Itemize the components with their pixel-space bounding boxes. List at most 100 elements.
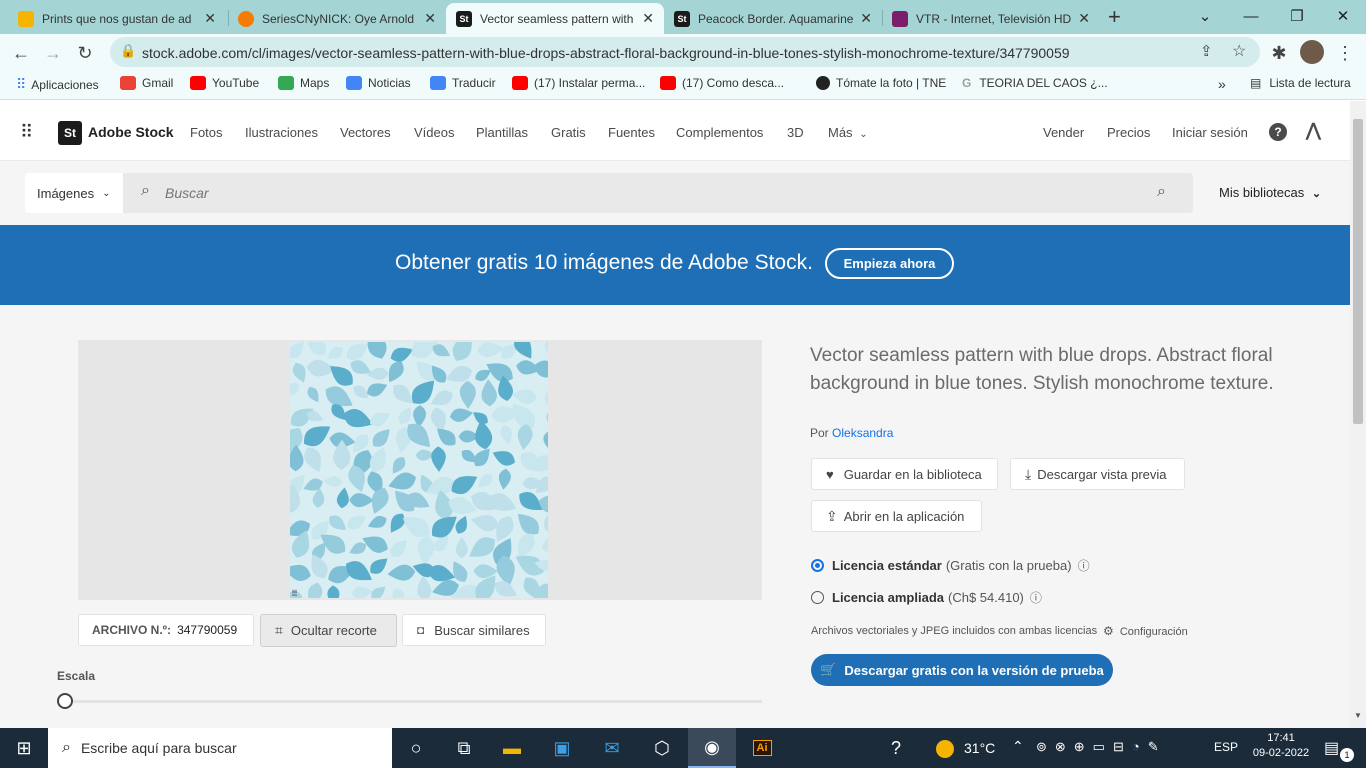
menu-kebab-icon[interactable]: ⋮ [1332, 40, 1358, 66]
site-logo-text[interactable]: Adobe Stock [88, 124, 174, 140]
info-icon[interactable]: ⓘ [1030, 589, 1042, 606]
nav-fotos[interactable]: Fotos [190, 125, 223, 140]
mail-icon[interactable]: ✉ [588, 728, 636, 768]
url-text[interactable]: stock.adobe.com/cl/images/vector-seamles… [142, 45, 1070, 61]
open-in-app-button[interactable]: ⇪ Abrir en la aplicación [811, 500, 982, 532]
bookmarks-overflow-button[interactable]: » [1218, 76, 1226, 92]
scale-slider-handle[interactable] [57, 693, 73, 709]
minimize-button[interactable]: — [1228, 0, 1274, 32]
find-similar-button[interactable]: ◘ Buscar similares [402, 614, 546, 646]
radio-selected-icon[interactable] [811, 559, 824, 572]
gmail-icon [120, 76, 136, 90]
download-trial-button[interactable]: 🛒 Descargar gratis con la versión de pru… [811, 654, 1113, 686]
license-standard-option[interactable]: Licencia estándar (Gratis con la prueba)… [811, 557, 1090, 574]
new-tab-button[interactable]: + [1108, 4, 1121, 30]
file-explorer-icon[interactable]: ▬ [488, 728, 536, 768]
close-icon[interactable]: ✕ [860, 10, 872, 27]
app-icon[interactable]: ⬡ [638, 728, 686, 768]
bookmark-youtube-1[interactable]: (17) Instalar perma... [512, 76, 645, 90]
weather-sun-icon[interactable] [936, 740, 954, 758]
forward-arrow-icon[interactable]: → [40, 40, 66, 66]
adobe-logo-icon[interactable]: ⋀ [1306, 120, 1321, 141]
visual-search-icon[interactable]: ⌕ [1157, 183, 1166, 201]
tab-search-chevron-icon[interactable]: ⌄ [1182, 0, 1228, 32]
adobe-stock-logo-icon[interactable]: St [58, 121, 82, 145]
search-scope-dropdown[interactable]: Imágenes ⌄ [25, 173, 123, 213]
close-icon[interactable]: ✕ [424, 10, 436, 27]
nav-complementos[interactable]: Complementos [676, 125, 763, 140]
scale-slider-track[interactable] [66, 700, 762, 703]
extensions-icon[interactable]: ✱ [1266, 40, 1292, 66]
bookmark-youtube-2[interactable]: (17) Como desca... [660, 76, 784, 90]
language-indicator[interactable]: ESP [1214, 740, 1238, 754]
close-icon[interactable]: ✕ [1078, 10, 1090, 27]
start-now-button[interactable]: Empieza ahora [825, 248, 954, 279]
reading-list-button[interactable]: ▤ Lista de lectura [1250, 76, 1351, 90]
help-icon[interactable]: ? [1269, 123, 1287, 141]
nav-mas[interactable]: Más ⌄ [828, 125, 868, 140]
bookmark-gmail[interactable]: Gmail [120, 76, 173, 90]
tray-overflow-icon[interactable]: ⌃ [1012, 738, 1024, 755]
search-input[interactable] [165, 178, 1125, 208]
pattern-preview-image[interactable]: ||||| [290, 342, 548, 598]
chrome-icon[interactable]: ◉ [688, 728, 736, 768]
my-libraries-dropdown[interactable]: Mis bibliotecas ⌄ [1219, 185, 1321, 200]
nav-videos[interactable]: Vídeos [414, 125, 454, 140]
radio-unselected-icon[interactable] [811, 591, 824, 604]
bookmark-aplicaciones[interactable]: ⠿ Aplicaciones [16, 76, 99, 93]
hide-crop-button[interactable]: ⌗ Ocultar recorte [260, 614, 397, 647]
nav-gratis[interactable]: Gratis [551, 125, 586, 140]
reload-icon[interactable]: ↻ [72, 40, 98, 66]
bookmark-tne[interactable]: Tómate la foto | TNE [816, 76, 946, 90]
nav-3d[interactable]: 3D [787, 125, 804, 140]
store-icon[interactable]: ▣ [538, 728, 586, 768]
nav-iniciar-sesion[interactable]: Iniciar sesión [1172, 125, 1248, 140]
bookmark-star-icon[interactable]: ☆ [1232, 41, 1246, 61]
author-link[interactable]: Oleksandra [832, 426, 893, 440]
nav-fuentes[interactable]: Fuentes [608, 125, 655, 140]
browser-tab-active[interactable]: St Vector seamless pattern with ✕ [446, 3, 664, 34]
illustrator-icon[interactable]: Ai [738, 728, 786, 768]
nav-vender[interactable]: Vender [1043, 125, 1084, 140]
close-window-button[interactable]: ✕ [1320, 0, 1366, 32]
share-icon[interactable]: ⇪ [1200, 42, 1213, 60]
license-extended-option[interactable]: Licencia ampliada (Ch$ 54.410) ⓘ [811, 589, 1042, 606]
bookmark-maps[interactable]: Maps [278, 76, 329, 90]
address-bar[interactable]: 🔒 stock.adobe.com/cl/images/vector-seaml… [110, 37, 1260, 67]
bookmark-noticias[interactable]: Noticias [346, 76, 411, 90]
info-icon[interactable]: ⓘ [1078, 557, 1090, 574]
nav-precios[interactable]: Precios [1107, 125, 1150, 140]
nav-plantillas[interactable]: Plantillas [476, 125, 528, 140]
browser-tab[interactable]: VTR - Internet, Televisión HD ✕ [882, 3, 1100, 34]
browser-tab[interactable]: St Peacock Border. Aquamarine ✕ [664, 3, 882, 34]
bookmark-traducir[interactable]: Traducir [430, 76, 496, 90]
tray-icons[interactable]: ⊚⊗⊕▭⊟◔✎ [1036, 739, 1167, 755]
weather-temp[interactable]: 31°C [964, 740, 995, 756]
bookmark-teoria[interactable]: G TEORIA DEL CAOS ¿... [962, 76, 1108, 90]
task-view-icon[interactable]: ⧉ [440, 728, 488, 768]
restore-button[interactable]: ❐ [1274, 0, 1320, 32]
help-tray-icon[interactable]: ? [872, 728, 920, 768]
nav-ilustraciones[interactable]: Ilustraciones [245, 125, 318, 140]
close-icon[interactable]: ✕ [642, 10, 654, 27]
page-scrollbar[interactable]: ▼ [1350, 101, 1366, 728]
clock[interactable]: 17:41 09-02-2022 [1251, 732, 1311, 759]
notifications-icon[interactable]: ▤ [1324, 738, 1339, 758]
browser-tab[interactable]: Prints que nos gustan de ad ✕ [8, 3, 226, 34]
taskbar-search[interactable]: ⌕ Escribe aquí para buscar [48, 728, 392, 768]
cortana-icon[interactable]: ○ [392, 728, 440, 768]
windows-start-icon[interactable]: ⊞ [0, 728, 48, 768]
settings-link[interactable]: ⚙ Configuración [1103, 624, 1188, 638]
scroll-down-arrow-icon[interactable]: ▼ [1354, 711, 1362, 720]
scrollbar-thumb[interactable] [1353, 119, 1363, 424]
close-icon[interactable]: ✕ [204, 10, 216, 27]
nav-vectores[interactable]: Vectores [340, 125, 391, 140]
save-library-button[interactable]: ♥ Guardar en la biblioteca [811, 458, 998, 490]
youtube-icon [512, 76, 528, 90]
bookmark-youtube[interactable]: YouTube [190, 76, 259, 90]
app-switcher-grid-icon[interactable]: ⠿ [20, 122, 33, 143]
download-preview-button[interactable]: ⤓ Descargar vista previa [1010, 458, 1185, 490]
back-arrow-icon[interactable]: ← [8, 40, 34, 66]
browser-tab[interactable]: SeriesCNyNICK: Oye Arnold ✕ [228, 3, 446, 34]
avatar[interactable] [1300, 40, 1324, 64]
